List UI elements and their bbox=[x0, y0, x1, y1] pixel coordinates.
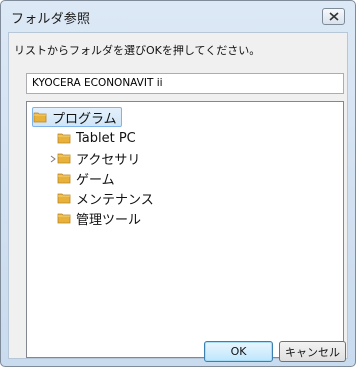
ok-button[interactable]: OK bbox=[204, 341, 273, 362]
chevron-right-icon[interactable] bbox=[49, 155, 57, 163]
tree-item-label: Tablet PC bbox=[76, 130, 136, 146]
tree-item-label: 管理ツール bbox=[76, 212, 142, 228]
folder-icon bbox=[57, 173, 71, 184]
folder-icon bbox=[57, 213, 71, 224]
folder-icon bbox=[57, 193, 71, 204]
tree-item-maintenance[interactable]: メンテナンス bbox=[57, 188, 154, 208]
dialog-client-area: リストからフォルダを選びOKを押してください。 KYOCERA ECONONAV… bbox=[8, 32, 348, 362]
tree-item-tablet-pc[interactable]: Tablet PC bbox=[57, 128, 136, 148]
tree-item-accessories[interactable]: アクセサリ bbox=[57, 148, 140, 168]
instruction-text: リストからフォルダを選びOKを押してください。 bbox=[14, 44, 261, 57]
folder-tree[interactable]: プログラム Tablet PC アクセサリ ゲーム メンテナンス 管理ツール bbox=[26, 101, 344, 358]
folder-icon bbox=[57, 153, 71, 164]
tree-item-label: アクセサリ bbox=[76, 152, 141, 168]
dialog-title: フォルダ参照 bbox=[11, 12, 91, 27]
close-button[interactable] bbox=[322, 8, 345, 25]
tree-item-admin-tools[interactable]: 管理ツール bbox=[57, 208, 141, 228]
folder-browse-dialog: フォルダ参照 リストからフォルダを選びOKを押してください。 KYOCERA E… bbox=[0, 0, 356, 367]
cancel-button[interactable]: キャンセル bbox=[279, 341, 346, 362]
folder-icon bbox=[33, 112, 47, 123]
tree-item-label: メンテナンス bbox=[76, 192, 154, 208]
close-icon bbox=[328, 12, 339, 21]
tree-item-label: ゲーム bbox=[76, 172, 115, 188]
folder-path-field[interactable]: KYOCERA ECONONAVIT ii bbox=[26, 73, 344, 94]
tree-item-label: プログラム bbox=[52, 111, 117, 127]
folder-icon bbox=[57, 133, 71, 144]
title-bar[interactable]: フォルダ参照 bbox=[1, 1, 355, 31]
tree-item-root[interactable]: プログラム bbox=[32, 107, 122, 127]
tree-item-games[interactable]: ゲーム bbox=[57, 168, 115, 188]
